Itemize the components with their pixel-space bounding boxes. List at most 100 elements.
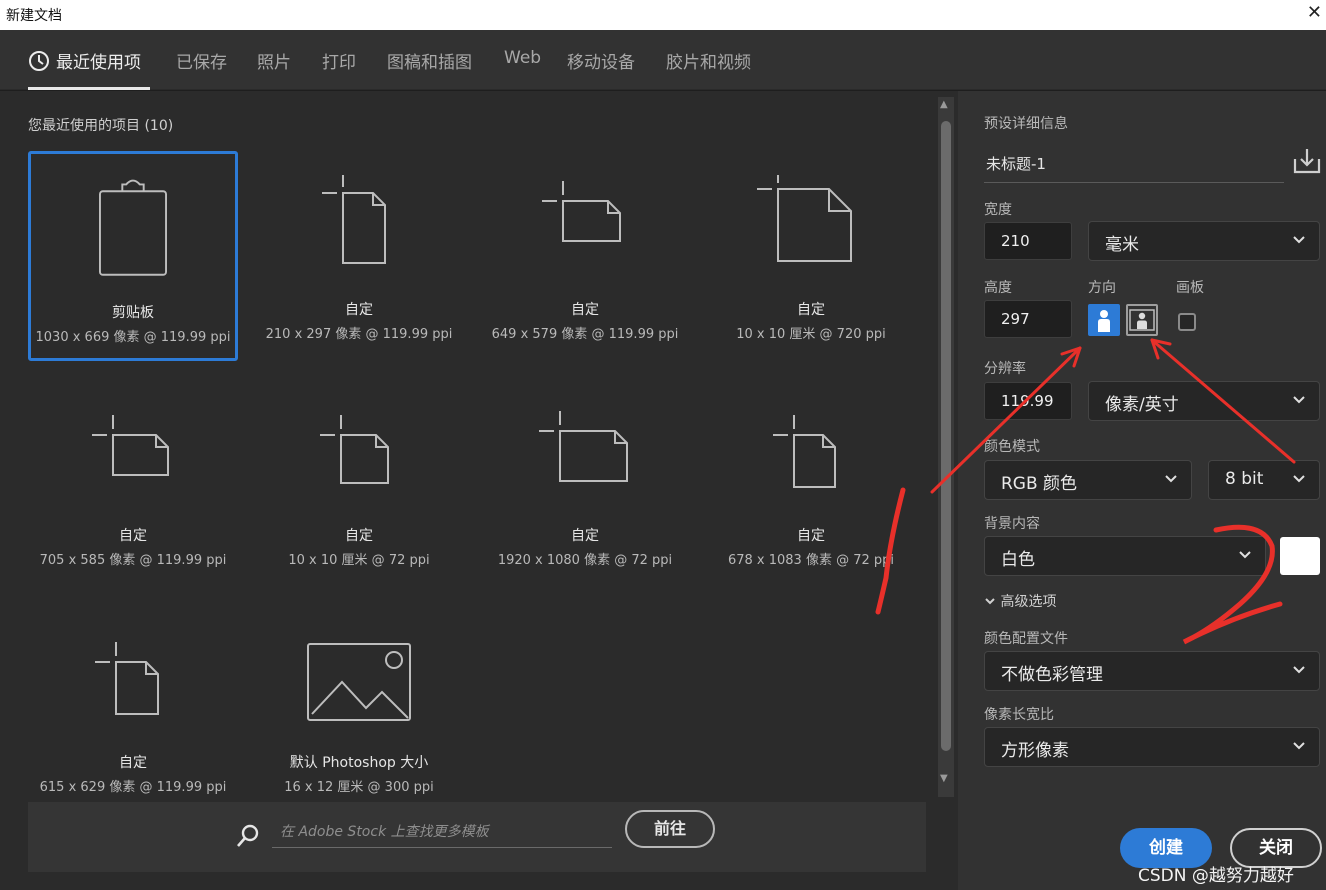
item-meta: 705 x 585 像素 @ 119.99 ppi [39, 553, 227, 568]
active-tab-indicator [28, 87, 150, 90]
category-tabs: 最近使用项 已保存 照片 打印 图稿和插图 Web 移动设备 胶片和视频 [0, 30, 1326, 90]
tab-web[interactable]: Web [504, 48, 541, 68]
color-profile-value: 不做色彩管理 [1001, 665, 1103, 685]
item-name: 自定 [571, 528, 599, 544]
landscape-orientation-button[interactable] [1126, 304, 1158, 336]
chevron-down-icon [1293, 236, 1305, 244]
recent-count: (10) [144, 118, 174, 134]
close-icon[interactable]: ✕ [1307, 2, 1322, 23]
square-doc-icon [757, 175, 852, 262]
recent-item-custom[interactable]: 自定 10 x 10 厘米 @ 720 ppi [706, 151, 916, 361]
save-preset-icon[interactable] [1292, 147, 1322, 175]
width-input[interactable]: 210 [984, 222, 1072, 260]
recent-scrollbar[interactable]: ▲ ▼ [938, 97, 954, 797]
clock-icon [29, 51, 49, 71]
pixel-aspect-label: 像素长宽比 [984, 707, 1054, 723]
item-name: 默认 Photoshop 大小 [289, 755, 429, 771]
recent-item-custom[interactable]: 自定 210 x 297 像素 @ 119.99 ppi [254, 151, 464, 361]
landscape-doc-icon [92, 415, 169, 476]
bit-depth-select[interactable]: 8 bit [1208, 460, 1320, 500]
tab-saved[interactable]: 已保存 [176, 48, 227, 73]
stock-search-bar: 前往 [28, 802, 926, 872]
item-meta: 615 x 629 像素 @ 119.99 ppi [39, 780, 227, 795]
color-profile-select[interactable]: 不做色彩管理 [984, 651, 1320, 691]
background-select[interactable]: 白色 [984, 536, 1266, 576]
background-label: 背景内容 [984, 516, 1040, 532]
recent-item-default-photoshop[interactable]: 默认 Photoshop 大小 16 x 12 厘米 @ 300 ppi [254, 604, 464, 814]
item-meta: 210 x 297 像素 @ 119.99 ppi [265, 327, 453, 342]
watermark: CSDN @越努力越好 [1138, 866, 1294, 886]
background-value: 白色 [1001, 550, 1035, 570]
recent-item-custom[interactable]: 自定 1920 x 1080 像素 @ 72 ppi [480, 377, 690, 587]
document-name-field[interactable]: 未标题-1 [984, 149, 1284, 183]
stock-search-input[interactable] [272, 816, 612, 848]
chevron-down-icon [1293, 475, 1305, 483]
width-unit-value: 毫米 [1105, 235, 1139, 255]
recent-item-custom[interactable]: 自定 649 x 579 像素 @ 119.99 ppi [480, 151, 690, 361]
color-mode-label: 颜色模式 [984, 439, 1040, 455]
pixel-aspect-value: 方形像素 [1001, 741, 1069, 761]
image-icon [307, 643, 411, 721]
scroll-up-icon[interactable]: ▲ [940, 99, 948, 110]
recent-item-custom[interactable]: 自定 10 x 10 厘米 @ 72 ppi [254, 377, 464, 587]
window-title: 新建文档 [6, 8, 62, 24]
preset-header: 预设详细信息 [984, 116, 1068, 132]
portrait-doc-icon [322, 175, 386, 264]
chevron-down-icon [1293, 396, 1305, 404]
go-button[interactable]: 前往 [625, 810, 715, 848]
advanced-options-label: 高级选项 [1000, 594, 1057, 610]
orientation-label: 方向 [1088, 280, 1116, 296]
tab-photo[interactable]: 照片 [257, 48, 291, 73]
item-meta: 16 x 12 厘米 @ 300 ppi [284, 780, 434, 795]
recent-title: 您最近使用的项目 [28, 118, 140, 134]
item-name: 自定 [119, 528, 147, 544]
portrait-doc-icon [320, 415, 389, 484]
item-name: 自定 [797, 302, 825, 318]
resolution-unit-select[interactable]: 像素/英寸 [1088, 381, 1320, 421]
portrait-person-icon [1090, 306, 1118, 334]
tab-film-video[interactable]: 胶片和视频 [666, 48, 751, 73]
background-color-swatch[interactable] [1280, 537, 1320, 575]
tab-mobile[interactable]: 移动设备 [567, 48, 635, 73]
resolution-unit-value: 像素/英寸 [1105, 395, 1179, 415]
item-meta: 10 x 10 厘米 @ 720 ppi [736, 327, 886, 342]
resolution-label: 分辨率 [984, 361, 1026, 377]
item-name: 自定 [345, 302, 373, 318]
tab-print[interactable]: 打印 [322, 48, 356, 73]
artboard-checkbox[interactable] [1178, 313, 1196, 331]
advanced-options-toggle[interactable]: 高级选项 [984, 591, 1056, 611]
resolution-input[interactable]: 119.99 [984, 382, 1072, 420]
item-name: 自定 [571, 302, 599, 318]
item-meta: 10 x 10 厘米 @ 72 ppi [288, 553, 430, 568]
width-unit-select[interactable]: 毫米 [1088, 221, 1320, 261]
pixel-aspect-select[interactable]: 方形像素 [984, 727, 1320, 767]
tab-recent[interactable]: 最近使用项 [28, 48, 141, 73]
recent-item-custom[interactable]: 自定 678 x 1083 像素 @ 72 ppi [706, 377, 916, 587]
tab-art-illustration[interactable]: 图稿和插图 [387, 48, 472, 73]
recent-panel: 您最近使用的项目 (10) 剪贴板 1030 x 669 像素 @ 119.99… [0, 91, 958, 890]
bit-depth-value: 8 bit [1225, 469, 1264, 489]
item-meta: 649 x 579 像素 @ 119.99 ppi [491, 327, 679, 342]
scroll-down-icon[interactable]: ▼ [940, 773, 948, 784]
landscape-person-icon [1129, 309, 1155, 331]
item-name: 自定 [345, 528, 373, 544]
scrollbar-thumb[interactable] [941, 121, 951, 751]
recent-item-custom[interactable]: 自定 615 x 629 像素 @ 119.99 ppi [28, 604, 238, 814]
chevron-down-icon [1165, 475, 1177, 483]
chevron-down-icon [1293, 666, 1305, 674]
recent-item-custom[interactable]: 自定 705 x 585 像素 @ 119.99 ppi [28, 377, 238, 587]
item-name: 自定 [797, 528, 825, 544]
clipboard-icon [99, 179, 167, 276]
recent-item-clipboard[interactable]: 剪贴板 1030 x 669 像素 @ 119.99 ppi [28, 151, 238, 361]
height-input[interactable]: 297 [984, 300, 1072, 338]
chevron-down-icon [985, 598, 995, 605]
tab-label: 最近使用项 [56, 53, 141, 73]
color-mode-select[interactable]: RGB 颜色 [984, 460, 1192, 500]
color-profile-label: 颜色配置文件 [984, 631, 1068, 647]
item-meta: 1030 x 669 像素 @ 119.99 ppi [35, 330, 231, 345]
artboard-label: 画板 [1176, 280, 1204, 296]
chevron-down-icon [1293, 742, 1305, 750]
item-meta: 1920 x 1080 像素 @ 72 ppi [497, 553, 673, 568]
portrait-orientation-button[interactable] [1088, 304, 1120, 336]
portrait-doc-icon [773, 415, 836, 488]
